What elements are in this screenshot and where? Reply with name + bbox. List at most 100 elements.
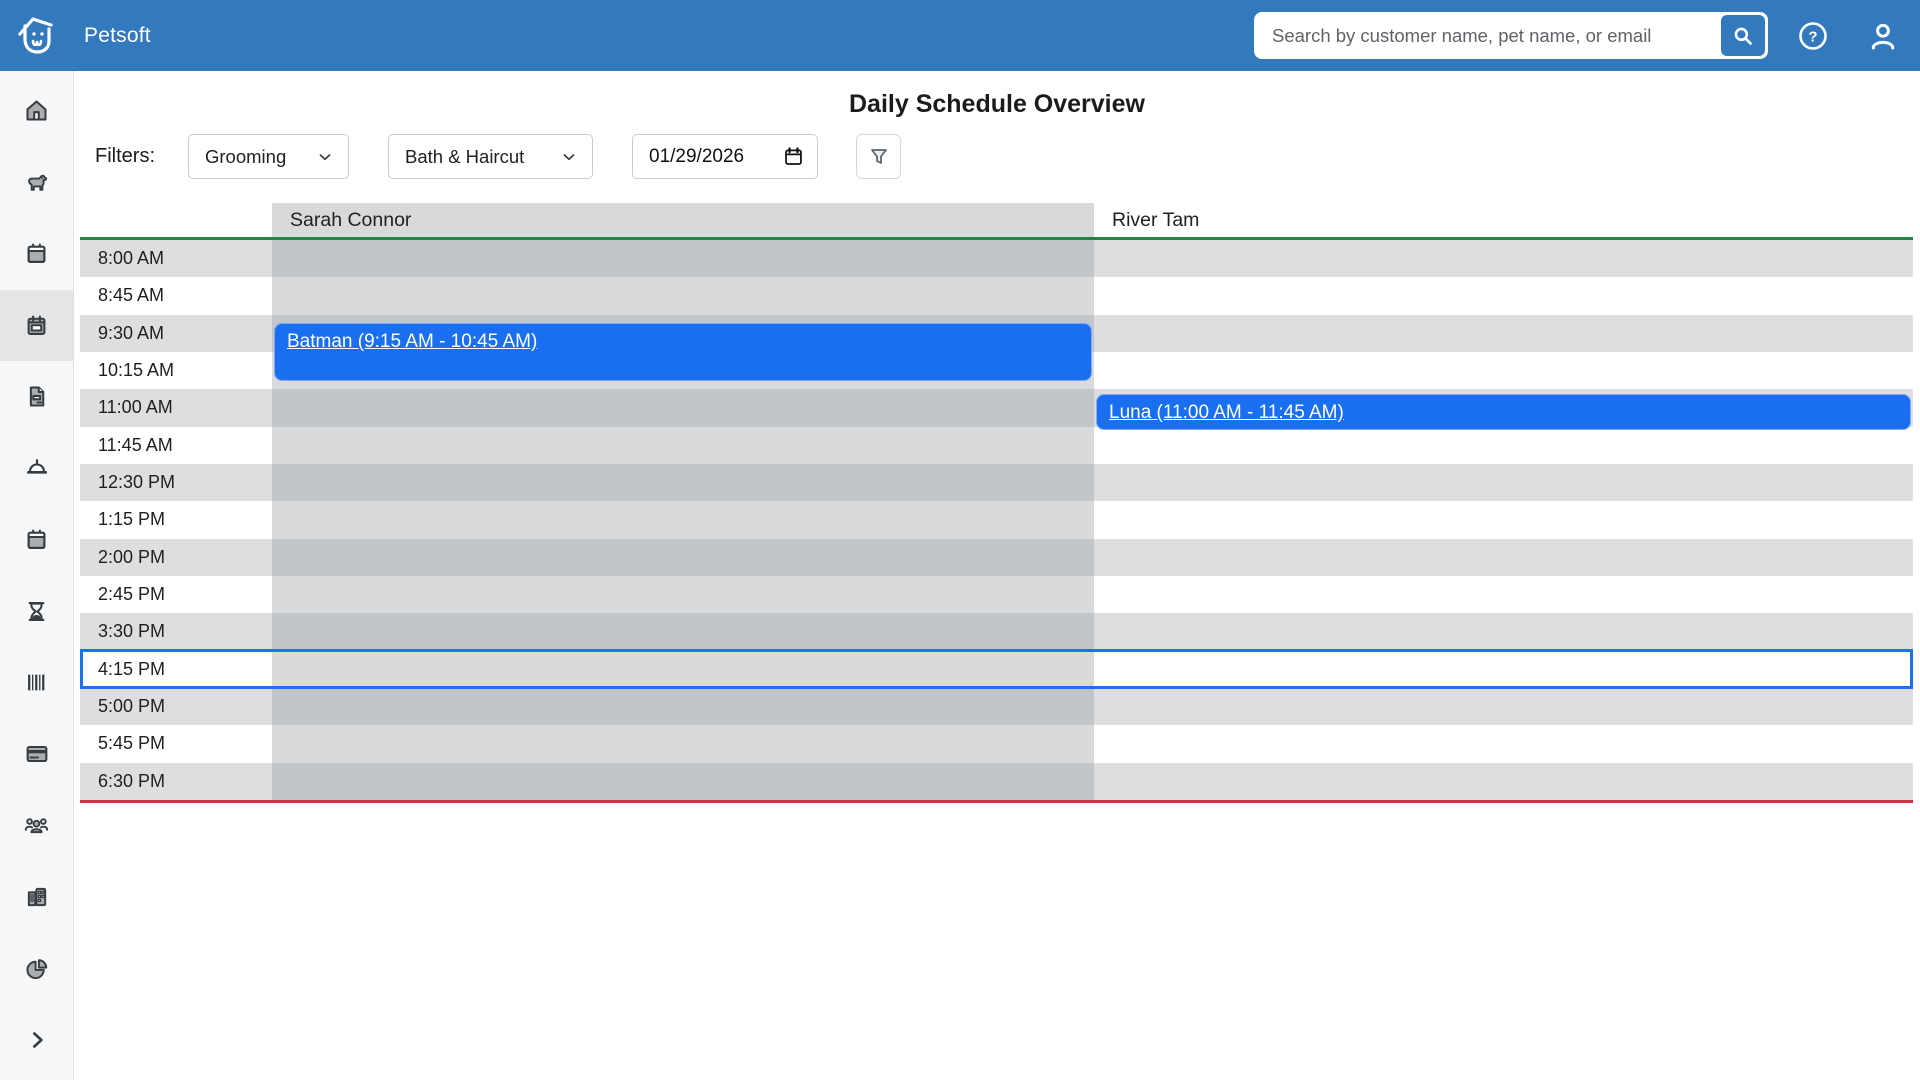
schedule-cell[interactable] <box>272 763 1094 800</box>
appointment-batman[interactable]: Batman (9:15 AM - 10:45 AM) <box>274 323 1092 382</box>
sidebar-collapse-button[interactable] <box>0 1005 73 1077</box>
time-label: 10:15 AM <box>80 352 272 389</box>
schedule-cell[interactable] <box>272 688 1094 725</box>
time-label: 9:30 AM <box>80 315 272 352</box>
sidebar-item-payments[interactable] <box>0 719 73 791</box>
user-icon <box>1865 18 1901 54</box>
schedule-cell[interactable] <box>1094 427 1913 464</box>
schedule-cell[interactable] <box>1094 277 1913 314</box>
filter-button[interactable] <box>856 134 901 179</box>
service-type-select[interactable]: Bath & Haircut <box>388 134 593 179</box>
time-row: 5:00 PM <box>80 688 1913 725</box>
expand-chevron-icon <box>24 1027 50 1053</box>
app-logo[interactable] <box>0 12 74 60</box>
time-label: 12:30 PM <box>80 464 272 501</box>
schedule-cell[interactable] <box>272 651 1094 688</box>
time-label: 2:00 PM <box>80 539 272 576</box>
sidebar-item-home[interactable] <box>0 75 73 147</box>
company-building-icon <box>23 883 51 911</box>
time-row: 8:45 AM <box>80 277 1913 314</box>
barcode-icon <box>23 669 50 696</box>
time-row: 1:15 PM <box>80 501 1913 538</box>
help-button[interactable]: ? <box>1790 13 1836 59</box>
schedule-cell[interactable] <box>1094 539 1913 576</box>
app-name: Petsoft <box>84 24 151 48</box>
schedule-cell[interactable] <box>1094 576 1913 613</box>
schedule-cell[interactable] <box>1094 464 1913 501</box>
sidebar-item-company[interactable] <box>0 862 73 934</box>
sidebar-item-schedule[interactable] <box>0 290 73 362</box>
schedule-cell[interactable] <box>1094 315 1913 352</box>
dog-icon <box>23 169 50 196</box>
schedule-cell[interactable] <box>272 501 1094 538</box>
service-category-value: Grooming <box>205 146 286 168</box>
chevron-down-icon <box>560 148 578 166</box>
schedule-cell[interactable] <box>272 277 1094 314</box>
schedule-grid: Sarah Connor River Tam 8:00 AM8:45 AM9:3… <box>80 203 1913 803</box>
svg-text:?: ? <box>1808 28 1817 45</box>
account-button[interactable] <box>1860 13 1906 59</box>
schedule-cell[interactable] <box>272 539 1094 576</box>
schedule-cell[interactable] <box>1094 352 1913 389</box>
search-input[interactable] <box>1257 15 1721 56</box>
sidebar-item-pets[interactable] <box>0 147 73 219</box>
sidebar-item-waitlist[interactable] <box>0 576 73 648</box>
invoice-document-icon <box>23 383 50 410</box>
help-icon: ? <box>1796 19 1830 53</box>
date-value: 01/29/2026 <box>649 146 744 168</box>
sidebar-item-barcode[interactable] <box>0 647 73 719</box>
calendar-picker-icon[interactable] <box>783 146 804 167</box>
staff-header-row: Sarah Connor River Tam <box>80 203 1913 237</box>
sidebar-item-reports[interactable] <box>0 933 73 1005</box>
filters-bar: Filters: Grooming Bath & Haircut 01/29/2… <box>74 134 1920 179</box>
schedule-rows: 8:00 AM8:45 AM9:30 AM10:15 AM11:00 AM11:… <box>80 240 1913 800</box>
schedule-cell[interactable] <box>272 240 1094 277</box>
time-label: 8:45 AM <box>80 277 272 314</box>
time-label: 4:15 PM <box>80 651 272 688</box>
schedule-cell[interactable] <box>1094 763 1913 800</box>
search-box <box>1254 12 1768 59</box>
sidebar-item-services[interactable] <box>0 433 73 505</box>
schedule-cell[interactable] <box>272 613 1094 650</box>
time-row: 4:15 PM <box>80 651 1913 688</box>
day-end-line <box>80 800 1913 803</box>
schedule-cell[interactable] <box>1094 501 1913 538</box>
schedule-cell[interactable] <box>272 427 1094 464</box>
sidebar-item-customers[interactable] <box>0 790 73 862</box>
schedule-cell[interactable] <box>1094 725 1913 762</box>
schedule-cell[interactable] <box>272 464 1094 501</box>
schedule-cell[interactable] <box>1094 688 1913 725</box>
schedule-cell[interactable] <box>1094 240 1913 277</box>
appointment-label: Batman (9:15 AM - 10:45 AM) <box>287 331 537 352</box>
date-picker-input[interactable]: 01/29/2026 <box>632 134 818 179</box>
time-row: 6:30 PM <box>80 763 1913 800</box>
schedule-cell[interactable] <box>1094 613 1913 650</box>
schedule-calendar-icon <box>23 312 50 339</box>
time-label: 1:15 PM <box>80 501 272 538</box>
schedule-cell[interactable] <box>272 725 1094 762</box>
schedule-cell[interactable] <box>272 576 1094 613</box>
appointment-luna[interactable]: Luna (11:00 AM - 11:45 AM) <box>1096 394 1911 429</box>
service-category-select[interactable]: Grooming <box>188 134 349 179</box>
dog-logo-icon <box>13 12 61 60</box>
sidebar-item-calendar[interactable] <box>0 218 73 290</box>
time-label: 11:45 AM <box>80 427 272 464</box>
service-type-value: Bath & Haircut <box>405 146 524 168</box>
page-title: Daily Schedule Overview <box>74 71 1920 119</box>
time-row: 12:30 PM <box>80 464 1913 501</box>
top-bar: Petsoft ? <box>0 0 1920 71</box>
time-label: 5:00 PM <box>80 688 272 725</box>
time-label: 3:30 PM <box>80 613 272 650</box>
search-button[interactable] <box>1721 15 1765 56</box>
sidebar-item-appointments[interactable] <box>0 504 73 576</box>
sidebar-item-invoices[interactable] <box>0 361 73 433</box>
schedule-cell[interactable] <box>272 389 1094 426</box>
schedule-cell[interactable] <box>1094 651 1913 688</box>
chevron-down-icon <box>316 148 334 166</box>
time-label: 6:30 PM <box>80 763 272 800</box>
time-row: 5:45 PM <box>80 725 1913 762</box>
service-bell-icon <box>23 454 51 482</box>
time-column-header <box>80 203 272 237</box>
time-row: 8:00 AM <box>80 240 1913 277</box>
staff-column-header-sarah-connor: Sarah Connor <box>272 203 1094 237</box>
